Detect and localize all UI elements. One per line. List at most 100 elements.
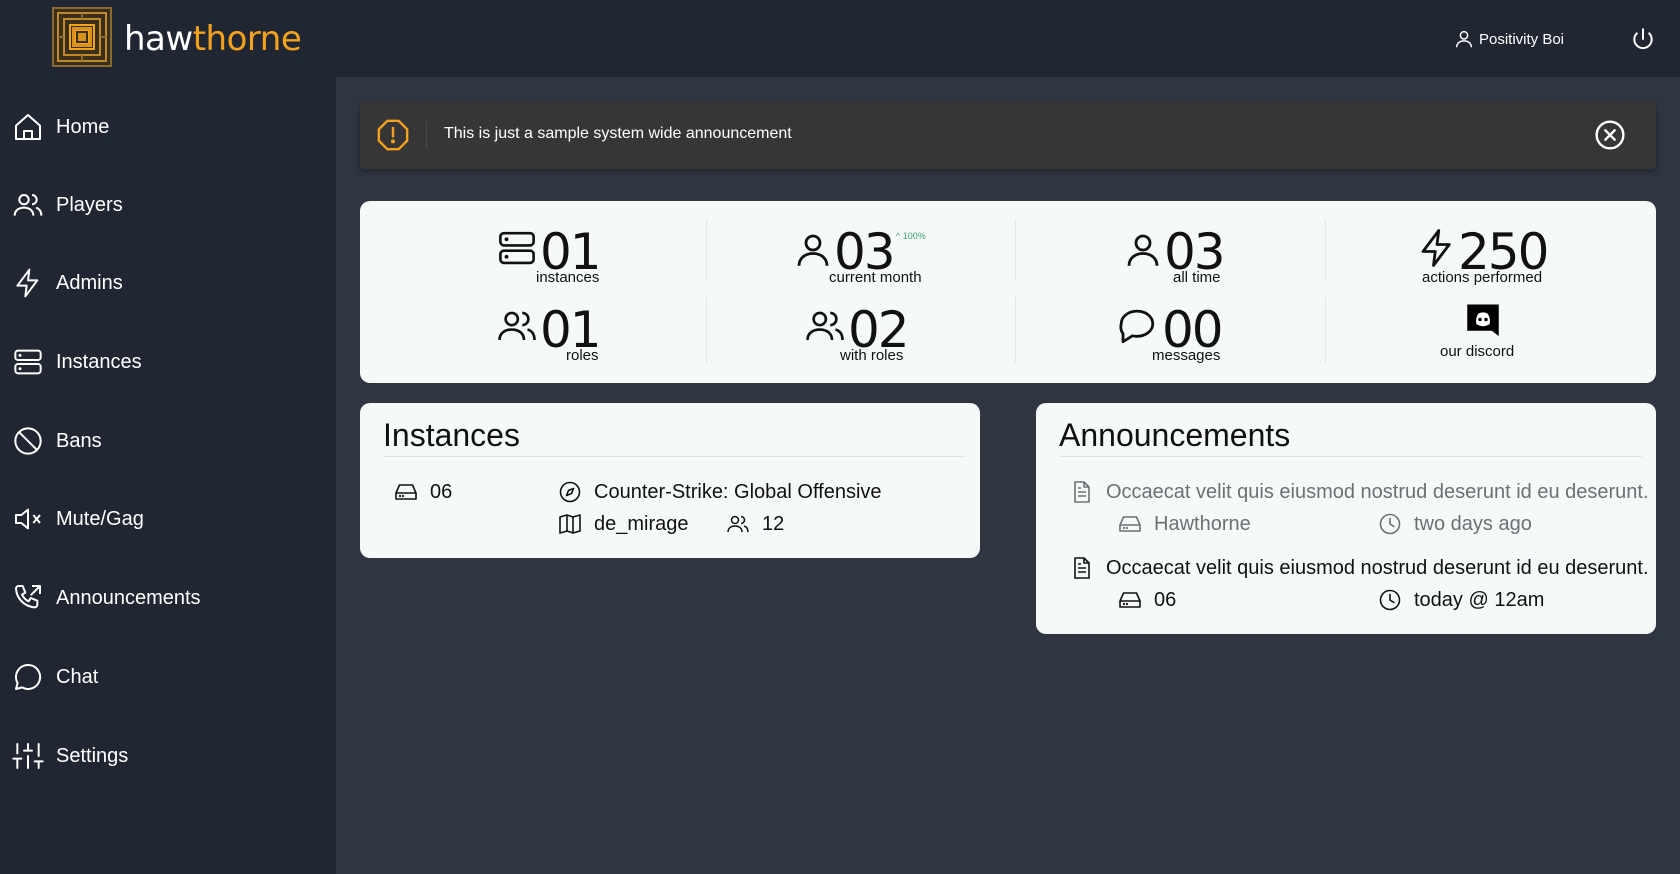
instance-map: de_mirage (558, 512, 689, 536)
card-title: Announcements (1059, 417, 1291, 453)
clock-icon (1379, 513, 1401, 535)
announcement-source-value: Hawthorne (1154, 512, 1251, 535)
sidebar-item-label: Mute/Gag (56, 507, 144, 530)
discord-icon (1467, 304, 1499, 336)
sidebar-item-admins[interactable]: Admins (12, 267, 123, 299)
stat-discord-link[interactable]: our discord (1434, 301, 1680, 371)
instance-id[interactable]: 06 (394, 480, 452, 504)
instance-game-value: Counter-Strike: Global Offensive (594, 480, 882, 503)
users-icon (727, 515, 749, 533)
stat-current-month: 03 ^ 100% current month (792, 223, 1102, 293)
phone-outgoing-icon (15, 585, 41, 609)
announcement-source: Hawthorne (1118, 512, 1251, 536)
user-icon (1127, 234, 1159, 266)
announcement-source: 06 (1118, 588, 1176, 612)
stat-label: messages (1152, 347, 1221, 364)
brand-name-part2: thorne (192, 19, 302, 59)
sidebar-item-label: Settings (56, 744, 129, 767)
map-icon (559, 514, 581, 534)
stat-roles: 01 roles (496, 301, 806, 371)
sidebar-item-instances[interactable]: Instances (12, 346, 142, 378)
sidebar-item-settings[interactable]: Settings (12, 740, 128, 772)
close-circle-icon[interactable] (1594, 119, 1626, 151)
announcement-time: today @ 12am (1378, 588, 1544, 612)
announcement-text: Occaecat velit quis eiusmod nostrud dese… (1106, 556, 1649, 579)
card-divider (1059, 456, 1642, 457)
sidebar-item-mute-gag[interactable]: Mute/Gag (12, 503, 144, 535)
stats-card: 01 instances 03 ^ 100% current month 03 … (360, 201, 1656, 383)
alert-text: This is just a sample system wide announ… (444, 125, 792, 142)
ban-icon (14, 427, 42, 455)
sidebar-item-bans[interactable]: Bans (12, 425, 102, 457)
stat-label: our discord (1440, 343, 1515, 360)
announcement-time: two days ago (1378, 512, 1532, 536)
announcement-time-value: two days ago (1414, 512, 1532, 535)
sidebar-item-label: Players (56, 193, 123, 216)
sidebar-item-chat[interactable]: Chat (12, 661, 98, 693)
users-icon (806, 311, 844, 341)
document-icon (1074, 481, 1090, 503)
sidebar-item-label: Home (56, 115, 110, 138)
instance-id-value: 06 (430, 480, 453, 503)
sidebar: Home Players Admins Instances Bans Mute/… (0, 77, 336, 874)
sliders-icon (12, 743, 44, 769)
lightning-icon (1421, 229, 1451, 267)
stat-label: roles (566, 347, 599, 364)
power-icon[interactable] (1630, 26, 1656, 52)
sidebar-item-home[interactable]: Home (12, 111, 109, 143)
stat-messages: 00 messages (1116, 301, 1426, 371)
chat-square-icon (1119, 309, 1155, 344)
announcement-time-value: today @ 12am (1414, 588, 1545, 611)
server-icon (499, 231, 535, 265)
stat-label: all time (1173, 269, 1221, 286)
announcement-item[interactable]: Occaecat velit quis eiusmod nostrud dese… (1070, 480, 1649, 504)
hard-drive-icon (1119, 592, 1141, 608)
instance-game: Counter-Strike: Global Offensive (558, 480, 882, 504)
sidebar-item-label: Chat (56, 665, 99, 688)
home-icon (15, 114, 41, 140)
sidebar-item-label: Admins (56, 271, 123, 294)
chat-icon (15, 663, 42, 690)
stat-label: instances (536, 269, 600, 286)
warning-octagon-icon (377, 119, 409, 151)
announcement-source-value: 06 (1154, 588, 1177, 611)
users-icon (498, 311, 536, 341)
compass-icon (559, 481, 581, 503)
user-name: Positivity Boi (1478, 30, 1564, 48)
stat-all-time: 03 all time (1122, 223, 1432, 293)
user-menu[interactable]: Positivity Boi (1453, 28, 1564, 50)
card-divider (383, 456, 966, 457)
sidebar-item-announcements[interactable]: Announcements (12, 582, 201, 614)
brand-name[interactable]: hawthorne (124, 19, 302, 59)
user-icon (797, 234, 829, 266)
instance-map-value: de_mirage (594, 512, 689, 535)
announcement-item[interactable]: Occaecat velit quis eiusmod nostrud dese… (1070, 556, 1649, 580)
hard-drive-icon (1119, 516, 1141, 532)
sidebar-item-players[interactable]: Players (12, 189, 123, 221)
sidebar-item-label: Bans (56, 429, 102, 452)
card-title: Instances (383, 417, 520, 453)
mute-icon (15, 508, 41, 530)
stat-label: current month (829, 269, 922, 286)
stat-with-roles: 02 with roles (804, 301, 1114, 371)
announcements-card: Announcements Occaecat velit quis eiusmo… (1036, 403, 1656, 634)
instances-card: Instances 06 Counter-Strike: Global Offe… (360, 403, 980, 558)
user-icon (1455, 30, 1473, 48)
announcement-text: Occaecat velit quis eiusmod nostrud dese… (1106, 480, 1649, 503)
hard-drive-icon (395, 484, 417, 500)
sidebar-item-label: Announcements (56, 586, 201, 609)
lightning-icon (16, 268, 39, 298)
brand-name-part1: haw (124, 19, 193, 59)
instance-players-value: 12 (762, 512, 785, 535)
document-icon (1074, 557, 1090, 579)
top-bar: hawthorne Positivity Boi (0, 0, 1680, 77)
stat-label: with roles (840, 347, 904, 364)
instance-players: 12 (726, 512, 784, 536)
users-icon (13, 194, 43, 216)
stat-instances: 01 instances (496, 223, 806, 293)
stat-actions-performed: 250 actions performed (1416, 223, 1680, 293)
trend-badge: ^ 100% (896, 231, 926, 241)
hawthorne-logo[interactable] (52, 7, 112, 67)
announcement-banner: This is just a sample system wide announ… (360, 101, 1656, 169)
stat-label: actions performed (1422, 269, 1543, 286)
